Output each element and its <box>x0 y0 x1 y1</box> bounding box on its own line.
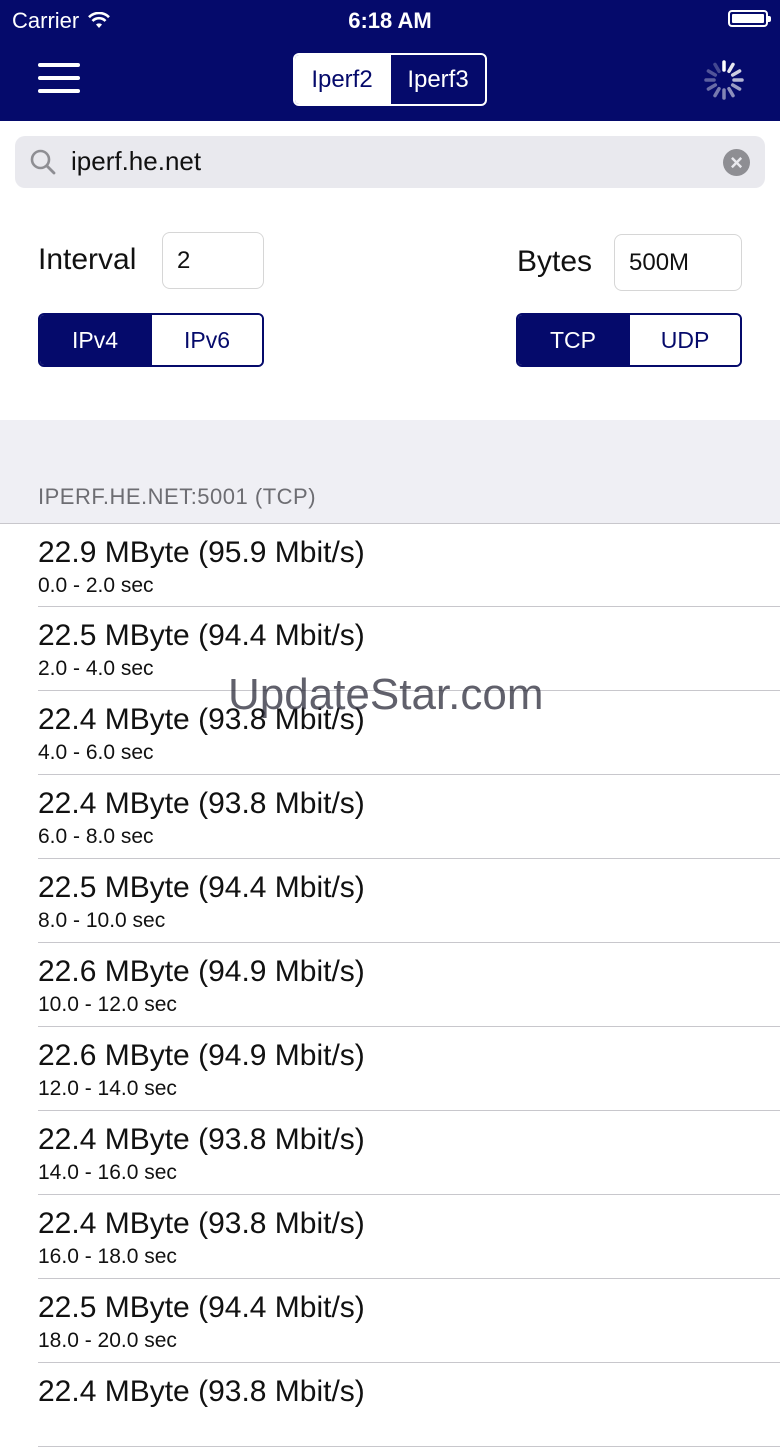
result-title: 22.4 MByte (93.8 Mbit/s) <box>38 1375 365 1408</box>
bytes-label: Bytes <box>517 245 593 278</box>
search-field[interactable]: iperf.he.net × <box>15 136 765 188</box>
list-item[interactable]: 22.6 MByte (94.9 Mbit/s) 10.0 - 12.0 sec <box>38 943 780 1027</box>
segment-ipv6[interactable]: IPv6 <box>150 315 262 365</box>
clear-search-icon[interactable]: × <box>723 149 750 176</box>
result-interval: 12.0 - 14.0 sec <box>38 1077 177 1100</box>
search-icon <box>30 149 56 175</box>
ip-version-segmented-control: IPv4 IPv6 <box>38 313 264 367</box>
bytes-input[interactable]: 500M <box>614 234 742 291</box>
result-title: 22.4 MByte (93.8 Mbit/s) <box>38 1123 365 1156</box>
result-interval: 6.0 - 8.0 sec <box>38 825 154 848</box>
protocol-segmented-control: TCP UDP <box>516 313 742 367</box>
iperf-version-segmented-control: Iperf2 Iperf3 <box>293 53 487 106</box>
list-item[interactable]: 22.4 MByte (93.8 Mbit/s) <box>38 1363 780 1447</box>
list-item[interactable]: 22.5 MByte (94.4 Mbit/s) 18.0 - 20.0 sec <box>38 1279 780 1363</box>
segment-ipv4[interactable]: IPv4 <box>40 315 150 365</box>
navigation-bar: Carrier 6:18 AM Iperf2 Iperf3 <box>0 0 780 121</box>
results-section-header-area: IPERF.HE.NET:5001 (TCP) <box>0 420 780 524</box>
interval-label: Interval <box>38 243 137 276</box>
status-time: 6:18 AM <box>348 8 432 33</box>
results-list: 22.9 MByte (95.9 Mbit/s) 0.0 - 2.0 sec 2… <box>0 524 780 1447</box>
hamburger-line <box>38 63 80 67</box>
interval-input[interactable]: 2 <box>162 232 264 289</box>
list-item[interactable]: 22.9 MByte (95.9 Mbit/s) 0.0 - 2.0 sec <box>38 524 780 607</box>
result-interval: 2.0 - 4.0 sec <box>38 657 154 680</box>
result-title: 22.9 MByte (95.9 Mbit/s) <box>38 536 365 569</box>
segment-iperf2[interactable]: Iperf2 <box>295 55 389 104</box>
segment-udp[interactable]: UDP <box>628 315 740 365</box>
result-title: 22.5 MByte (94.4 Mbit/s) <box>38 1291 365 1324</box>
menu-button[interactable] <box>38 63 80 93</box>
segment-iperf3[interactable]: Iperf3 <box>389 55 485 104</box>
result-interval: 8.0 - 10.0 sec <box>38 909 166 932</box>
hamburger-line <box>38 89 80 93</box>
list-item[interactable]: 22.4 MByte (93.8 Mbit/s) 14.0 - 16.0 sec <box>38 1111 780 1195</box>
activity-spinner-icon <box>704 60 744 100</box>
list-item[interactable]: 22.6 MByte (94.9 Mbit/s) 12.0 - 14.0 sec <box>38 1027 780 1111</box>
result-interval: 16.0 - 18.0 sec <box>38 1245 177 1268</box>
watermark-text: UpdateStar.com <box>228 670 544 719</box>
hamburger-line <box>38 76 80 80</box>
result-title: 22.5 MByte (94.4 Mbit/s) <box>38 619 365 652</box>
search-input-value[interactable]: iperf.he.net <box>71 146 201 177</box>
result-title: 22.6 MByte (94.9 Mbit/s) <box>38 1039 365 1072</box>
result-title: 22.5 MByte (94.4 Mbit/s) <box>38 871 365 904</box>
list-item[interactable]: 22.4 MByte (93.8 Mbit/s) 6.0 - 8.0 sec <box>38 775 780 859</box>
section-header: IPERF.HE.NET:5001 (TCP) <box>38 484 317 509</box>
result-title: 22.6 MByte (94.9 Mbit/s) <box>38 955 365 988</box>
result-interval: 18.0 - 20.0 sec <box>38 1329 177 1352</box>
battery-icon <box>728 10 771 27</box>
result-interval: 4.0 - 6.0 sec <box>38 741 154 764</box>
result-interval: 0.0 - 2.0 sec <box>38 574 154 597</box>
result-interval: 10.0 - 12.0 sec <box>38 993 177 1016</box>
result-title: 22.4 MByte (93.8 Mbit/s) <box>38 787 365 820</box>
list-item[interactable]: 22.4 MByte (93.8 Mbit/s) 16.0 - 18.0 sec <box>38 1195 780 1279</box>
list-item[interactable]: 22.5 MByte (94.4 Mbit/s) 8.0 - 10.0 sec <box>38 859 780 943</box>
result-interval: 14.0 - 16.0 sec <box>38 1161 177 1184</box>
segment-tcp[interactable]: TCP <box>518 315 628 365</box>
result-title: 22.4 MByte (93.8 Mbit/s) <box>38 1207 365 1240</box>
